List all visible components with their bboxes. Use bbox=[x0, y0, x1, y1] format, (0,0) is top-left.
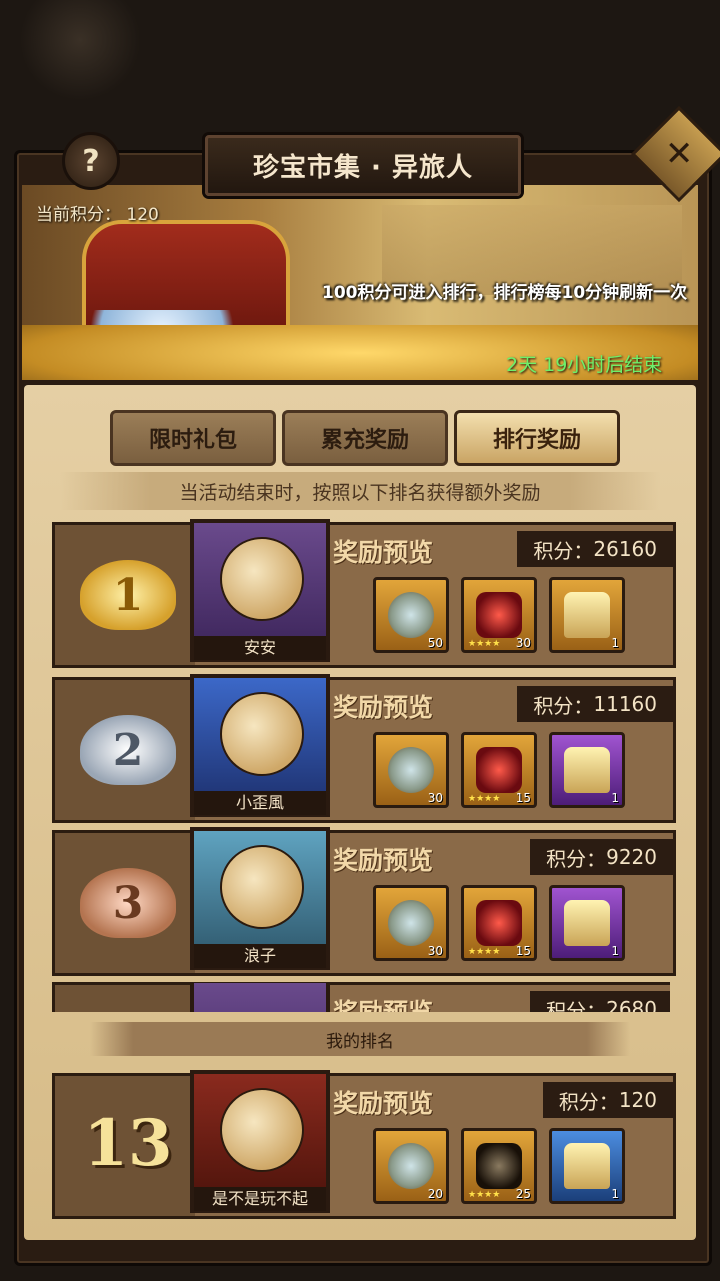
silver-medal-icon: 2 bbox=[80, 715, 176, 785]
reward-item[interactable]: 1 bbox=[549, 885, 625, 961]
reward-item[interactable]: ★★★★ 30 bbox=[461, 577, 537, 653]
avatar[interactable]: 浪子 bbox=[190, 827, 330, 970]
score-badge: 积分： 11160 bbox=[517, 686, 675, 722]
character-face bbox=[220, 692, 304, 776]
page-title: 珍宝市集 · 异旅人 bbox=[205, 135, 521, 196]
ranking-hint: 100积分可进入排行，排行榜每10分钟刷新一次 bbox=[322, 283, 688, 303]
avatar[interactable]: 安安 bbox=[190, 519, 330, 662]
coin-icon bbox=[388, 592, 434, 638]
score-badge: 积分： 2680 bbox=[530, 991, 670, 1012]
help-icon[interactable]: ? bbox=[62, 132, 120, 190]
hero-shard-icon bbox=[476, 592, 522, 638]
coin-icon bbox=[388, 900, 434, 946]
reward-item[interactable]: 50 bbox=[373, 577, 449, 653]
rank-row: 2 小歪風 奖励预览 积分： 11160 30 ★★★★ 15 1 bbox=[52, 674, 676, 823]
hero-shard-icon bbox=[476, 900, 522, 946]
chest-icon bbox=[564, 900, 610, 946]
character-face bbox=[220, 537, 304, 621]
reward-item[interactable]: ★★★★ 15 bbox=[461, 732, 537, 808]
tab-limited-gift[interactable]: 限时礼包 bbox=[110, 410, 276, 466]
reward-preview-label: 奖励预览 bbox=[333, 538, 434, 567]
tab-recharge-reward[interactable]: 累充奖励 bbox=[282, 410, 448, 466]
reward-item[interactable]: 30 bbox=[373, 885, 449, 961]
character-face bbox=[220, 1088, 304, 1172]
chest-icon bbox=[564, 1143, 610, 1189]
my-rank-number: 13 bbox=[83, 1106, 173, 1181]
rank-row: 3 浪子 奖励预览 积分： 9220 30 ★★★★ 15 1 bbox=[52, 827, 676, 976]
coin-icon bbox=[388, 747, 434, 793]
rank-row-partial: 奖励预览 积分：2680 bbox=[52, 982, 670, 1012]
player-name: 小歪風 bbox=[194, 791, 326, 815]
player-name: 安安 bbox=[194, 636, 326, 660]
avatar[interactable] bbox=[190, 982, 330, 1012]
player-name: 浪子 bbox=[194, 944, 326, 968]
reward-preview-label: 奖励预览 bbox=[333, 993, 433, 1012]
reward-item[interactable]: 1 bbox=[549, 577, 625, 653]
my-rank-divider: 我的排名 bbox=[90, 1022, 630, 1056]
shelf-art bbox=[382, 205, 682, 295]
hero-shard-icon bbox=[476, 747, 522, 793]
countdown-text: 2天 19小时后结束 bbox=[506, 354, 663, 376]
tab-rank-reward[interactable]: 排行奖励 bbox=[454, 410, 620, 466]
coin-icon bbox=[388, 1143, 434, 1189]
my-rank-row: 13 是不是玩不起 奖励预览 积分： 120 20 ★★★★ 25 1 bbox=[52, 1070, 676, 1219]
reward-preview-label: 奖励预览 bbox=[333, 846, 434, 875]
gold-medal-icon: 1 bbox=[80, 560, 176, 630]
hero-shard-icon bbox=[476, 1143, 522, 1189]
current-score: 当前积分： 120 bbox=[36, 205, 159, 225]
reward-item[interactable]: ★★★★ 25 bbox=[461, 1128, 537, 1204]
close-icon: ✕ bbox=[664, 134, 694, 174]
rank-subtitle: 当活动结束时，按照以下排名获得额外奖励 bbox=[60, 472, 660, 510]
score-badge: 积分： 26160 bbox=[517, 531, 675, 567]
avatar[interactable]: 是不是玩不起 bbox=[190, 1070, 330, 1213]
reward-item[interactable]: 1 bbox=[549, 732, 625, 808]
reward-preview-label: 奖励预览 bbox=[333, 1089, 434, 1118]
rank-row: 1 安安 奖励预览 积分： 26160 50 ★★★★ 30 1 bbox=[52, 519, 676, 668]
score-badge: 积分： 120 bbox=[542, 1082, 675, 1118]
reward-item[interactable]: ★★★★ 15 bbox=[461, 885, 537, 961]
bronze-medal-icon: 3 bbox=[80, 868, 176, 938]
reward-item[interactable]: 20 bbox=[373, 1128, 449, 1204]
chest-icon bbox=[564, 592, 610, 638]
avatar[interactable]: 小歪風 bbox=[190, 674, 330, 817]
chest-icon bbox=[564, 747, 610, 793]
reward-preview-label: 奖励预览 bbox=[333, 693, 434, 722]
score-badge: 积分： 9220 bbox=[530, 839, 675, 875]
reward-item[interactable]: 30 bbox=[373, 732, 449, 808]
character-face bbox=[220, 845, 304, 929]
player-name: 是不是玩不起 bbox=[194, 1187, 326, 1211]
reward-item[interactable]: 1 bbox=[549, 1128, 625, 1204]
